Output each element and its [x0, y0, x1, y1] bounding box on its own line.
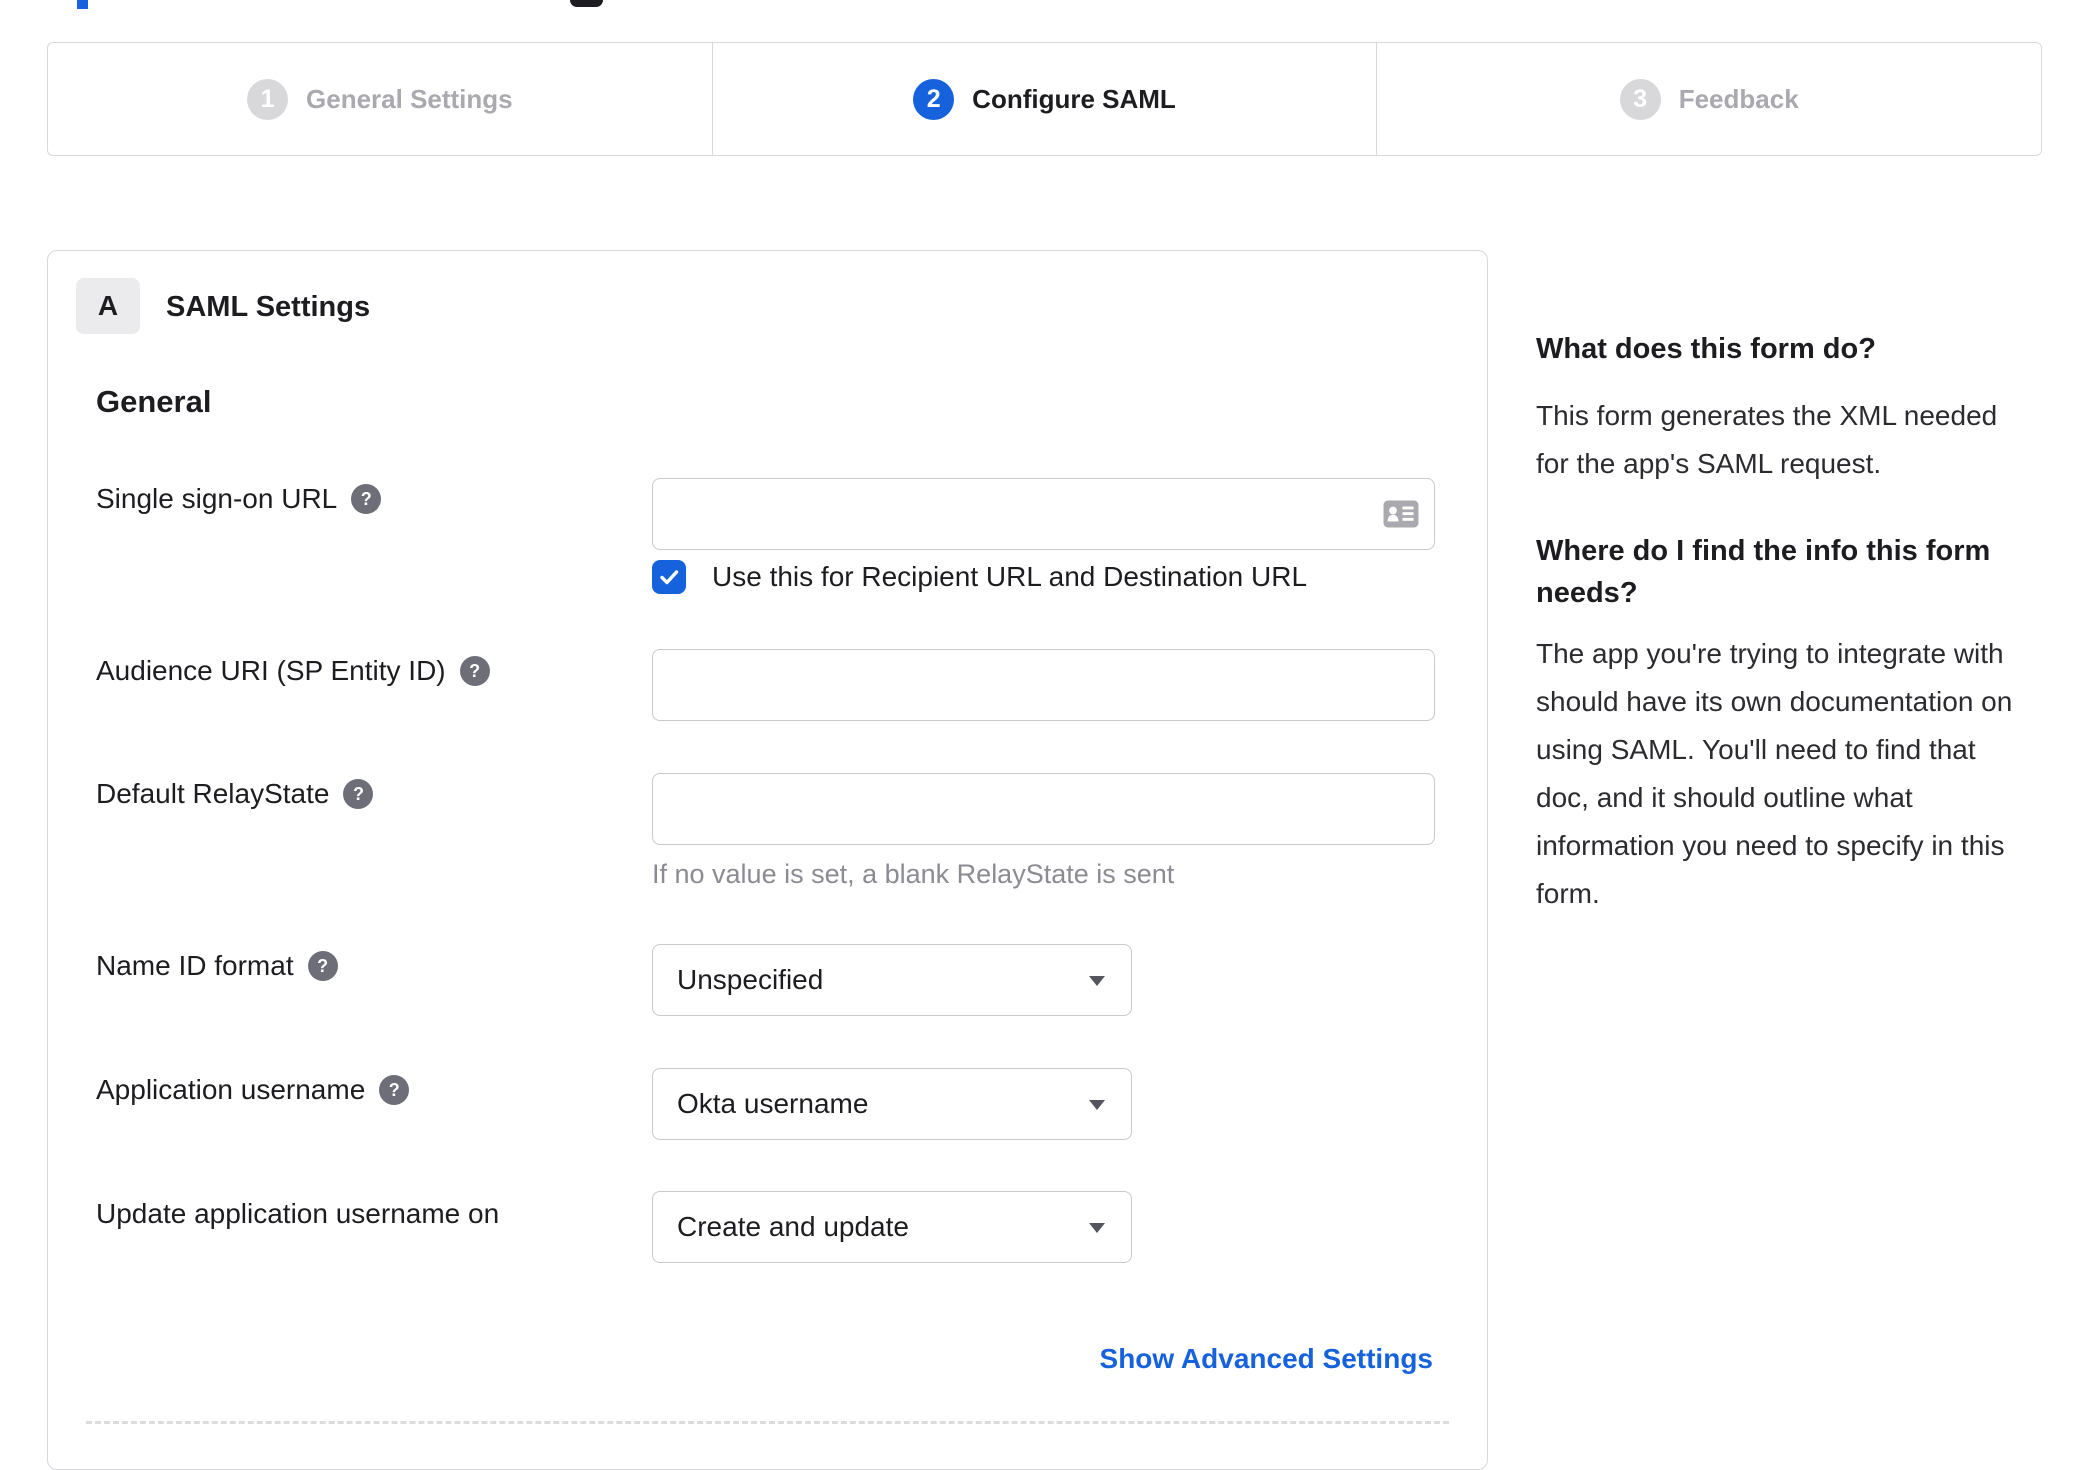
step-number-badge: 3	[1619, 78, 1661, 120]
app-username-label: Application username ?	[96, 1072, 410, 1108]
relaystate-input[interactable]	[652, 773, 1435, 845]
general-section-heading: General	[96, 384, 212, 419]
step-feedback[interactable]: 3 Feedback	[1376, 43, 2041, 155]
help-icon[interactable]: ?	[307, 951, 338, 981]
cutoff-blue-fragment	[77, 0, 88, 9]
recipient-url-checkbox[interactable]	[652, 560, 686, 594]
app-username-label-text: Application username	[96, 1074, 366, 1105]
step-label: General Settings	[306, 83, 513, 114]
sidebar-heading-where: Where do I find the info this form needs…	[1536, 535, 1991, 609]
update-username-label-text: Update application username on	[96, 1198, 500, 1229]
saml-settings-panel: A SAML Settings General Single sign-on U…	[47, 250, 1488, 1470]
cutoff-dark-fragment	[570, 0, 603, 7]
chevron-down-icon	[1089, 1100, 1105, 1110]
nameid-format-label: Name ID format ?	[96, 948, 338, 984]
checkmark-icon	[660, 570, 679, 585]
wizard-stepper: 1 General Settings 2 Configure SAML 3 Fe…	[47, 42, 2042, 156]
step-label: Configure SAML	[972, 83, 1176, 114]
recipient-url-checkbox-label: Use this for Recipient URL and Destinati…	[712, 561, 1308, 592]
help-icon[interactable]: ?	[343, 779, 374, 809]
relaystate-helper-text: If no value is set, a blank RelayState i…	[652, 859, 1175, 889]
app-username-value: Okta username	[677, 1088, 869, 1119]
update-username-select[interactable]: Create and update	[652, 1191, 1132, 1263]
relaystate-label: Default RelayState ?	[96, 776, 374, 812]
app-username-select[interactable]: Okta username	[652, 1068, 1132, 1140]
sidebar-paragraph-where: The app you're trying to integrate with …	[1536, 638, 2013, 909]
chevron-down-icon	[1089, 1223, 1105, 1233]
update-username-value: Create and update	[677, 1211, 909, 1242]
step-number-badge: 2	[913, 78, 955, 120]
audience-uri-input[interactable]	[652, 649, 1435, 721]
sso-url-input[interactable]	[652, 478, 1435, 550]
step-label: Feedback	[1678, 83, 1799, 114]
help-icon[interactable]: ?	[379, 1075, 410, 1105]
audience-uri-label-text: Audience URI (SP Entity ID)	[96, 655, 446, 686]
sidebar-paragraph-what: This form generates the XML needed for t…	[1536, 400, 1998, 479]
sso-url-label-text: Single sign-on URL	[96, 483, 338, 514]
update-username-label: Update application username on	[96, 1196, 499, 1232]
section-a-badge: A	[76, 278, 140, 334]
advanced-settings-divider	[86, 1421, 1449, 1424]
nameid-format-value: Unspecified	[677, 964, 824, 995]
chevron-down-icon	[1089, 976, 1105, 986]
step-configure-saml[interactable]: 2 Configure SAML	[711, 43, 1377, 155]
recipient-url-checkbox-row: Use this for Recipient URL and Destinati…	[652, 560, 1307, 594]
nameid-format-select[interactable]: Unspecified	[652, 944, 1132, 1016]
show-advanced-settings-link[interactable]: Show Advanced Settings	[1100, 1343, 1433, 1375]
step-number-badge: 1	[247, 78, 289, 120]
audience-uri-label: Audience URI (SP Entity ID) ?	[96, 653, 490, 689]
step-general-settings[interactable]: 1 General Settings	[48, 43, 712, 155]
nameid-format-label-text: Name ID format	[96, 950, 294, 981]
sso-url-label: Single sign-on URL ?	[96, 481, 382, 517]
relaystate-label-text: Default RelayState	[96, 778, 330, 809]
help-icon[interactable]: ?	[459, 656, 490, 686]
help-icon[interactable]: ?	[351, 484, 382, 514]
panel-title: SAML Settings	[166, 291, 371, 323]
sso-url-input-wrap	[652, 478, 1435, 550]
sidebar-heading-what: What does this form do?	[1536, 333, 1876, 365]
